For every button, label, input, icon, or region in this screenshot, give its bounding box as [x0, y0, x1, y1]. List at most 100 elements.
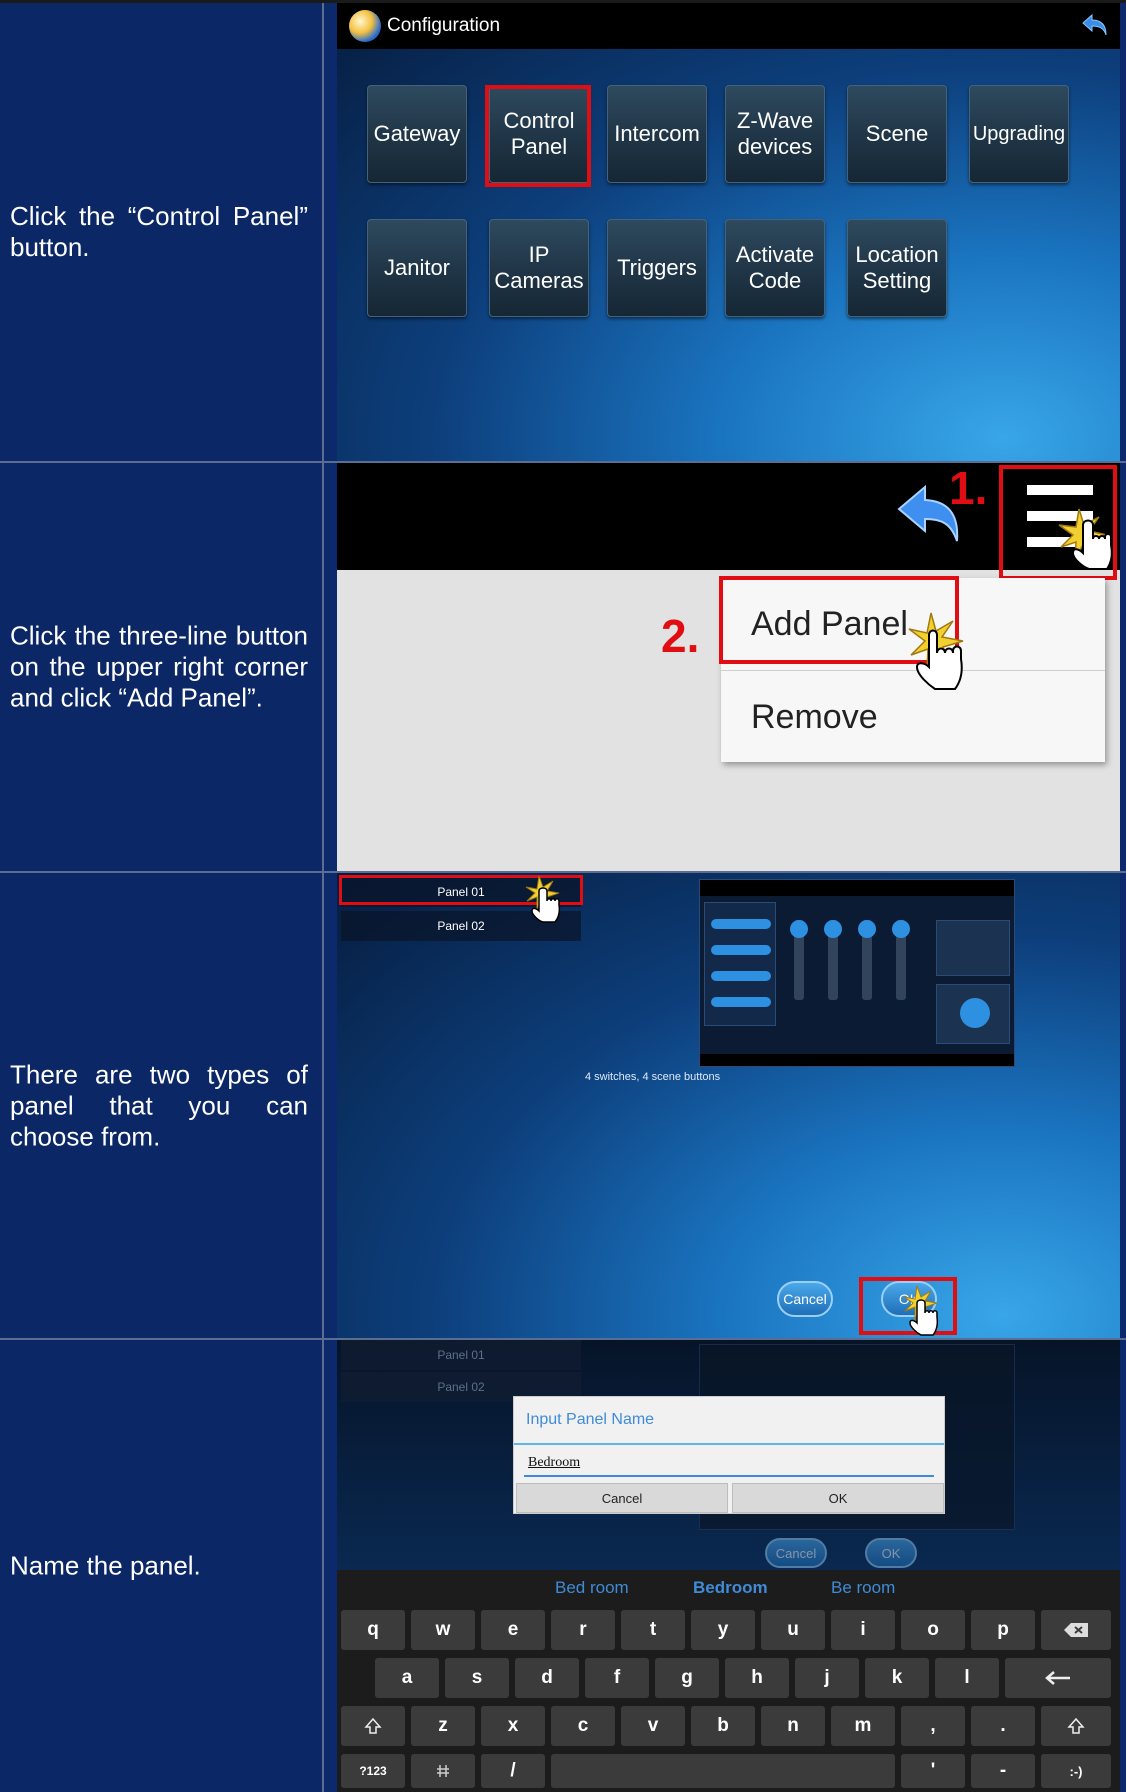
dialog-ok-label: OK: [828, 1490, 848, 1506]
key-label: k: [891, 1667, 903, 1688]
panel-name-input[interactable]: Bedroom: [524, 1451, 934, 1477]
key-label: g: [681, 1667, 693, 1688]
preview-title-bar: [700, 880, 1014, 896]
tile-upgrading[interactable]: Upgrading: [969, 85, 1069, 183]
tile-label: Z-Wave devices: [736, 108, 814, 159]
dialog-cancel-label: Cancel: [601, 1490, 643, 1506]
key-label: r: [579, 1619, 587, 1640]
key-o[interactable]: o: [901, 1610, 965, 1650]
key-label: m: [854, 1715, 872, 1736]
hand-cursor-icon: [525, 875, 561, 923]
tile-intercom[interactable]: Intercom: [607, 85, 707, 183]
key-l[interactable]: l: [935, 1658, 999, 1698]
step-description-cell: Click the “Control Panel” button.: [0, 3, 324, 461]
key-label: f: [613, 1667, 621, 1688]
step-marker-1: 1.: [949, 463, 988, 514]
hand-cursor-icon: [908, 612, 964, 690]
suggestion-3[interactable]: Be room: [831, 1578, 895, 1598]
key-c[interactable]: c: [551, 1706, 615, 1746]
cancel-button[interactable]: Cancel: [777, 1281, 833, 1317]
settings-key[interactable]: [411, 1754, 475, 1788]
key-w[interactable]: w: [411, 1610, 475, 1650]
key-label: u: [787, 1619, 799, 1640]
space-key[interactable]: [551, 1754, 895, 1788]
back-arrow-icon[interactable]: [1080, 11, 1110, 41]
key-label: c: [577, 1715, 589, 1736]
key-label: -: [999, 1760, 1007, 1781]
key-label: d: [541, 1667, 553, 1688]
tile-janitor[interactable]: Janitor: [367, 219, 467, 317]
dialog-ok-button[interactable]: OK: [732, 1483, 944, 1513]
key-label: :-): [1069, 1763, 1083, 1779]
tile-scene[interactable]: Scene: [847, 85, 947, 183]
key-label: e: [507, 1619, 519, 1640]
key-label: v: [647, 1715, 659, 1736]
key-q[interactable]: q: [341, 1610, 405, 1650]
tile-label: Janitor: [383, 255, 451, 280]
menu-screenshot: 1. 2. Add Panel Remove: [337, 463, 1120, 871]
key-label: w: [435, 1619, 451, 1640]
key-m[interactable]: m: [831, 1706, 895, 1746]
key-n[interactable]: n: [761, 1706, 825, 1746]
key-u[interactable]: u: [761, 1610, 825, 1650]
key-label: .: [1000, 1715, 1006, 1736]
tile-triggers[interactable]: Triggers: [607, 219, 707, 317]
shift-key-left[interactable]: [341, 1706, 405, 1746]
symbols-key[interactable]: ?123: [341, 1754, 405, 1788]
key-r[interactable]: r: [551, 1610, 615, 1650]
key-label: ': [930, 1760, 936, 1781]
suggestion-2[interactable]: Bedroom: [693, 1578, 768, 1598]
tile-activate-code[interactable]: Activate Code: [725, 219, 825, 317]
key-g[interactable]: g: [655, 1658, 719, 1698]
key-comma[interactable]: ,: [901, 1706, 965, 1746]
key-j[interactable]: j: [795, 1658, 859, 1698]
key-e[interactable]: e: [481, 1610, 545, 1650]
key-dash[interactable]: -: [971, 1754, 1035, 1788]
key-label: b: [717, 1715, 729, 1736]
key-x[interactable]: x: [481, 1706, 545, 1746]
shift-icon: [364, 1717, 382, 1734]
key-t[interactable]: t: [621, 1610, 685, 1650]
tile-ip-cameras[interactable]: IP Cameras: [489, 219, 589, 317]
enter-key[interactable]: [1005, 1658, 1111, 1698]
key-z[interactable]: z: [411, 1706, 475, 1746]
key-a[interactable]: a: [375, 1658, 439, 1698]
tile-location-setting[interactable]: Location Setting: [847, 219, 947, 317]
enter-icon: [1045, 1671, 1070, 1685]
emoji-key[interactable]: :-): [1041, 1754, 1111, 1788]
key-label: n: [787, 1715, 799, 1736]
key-s[interactable]: s: [445, 1658, 509, 1698]
tile-label: IP Cameras: [494, 242, 584, 293]
key-i[interactable]: i: [831, 1610, 895, 1650]
cancel-label: Cancel: [783, 1291, 827, 1307]
step-row-1: Click the “Control Panel” button. Config…: [0, 3, 1126, 463]
key-y[interactable]: y: [691, 1610, 755, 1650]
key-p[interactable]: p: [971, 1610, 1035, 1650]
tile-gateway[interactable]: Gateway: [367, 85, 467, 183]
config-title-bar: Configuration: [337, 3, 1120, 49]
settings-icon: [437, 1765, 449, 1777]
panel-preview: [699, 879, 1015, 1067]
key-label: o: [927, 1619, 939, 1640]
dialog-cancel-button[interactable]: Cancel: [516, 1483, 728, 1513]
key-b[interactable]: b: [691, 1706, 755, 1746]
step-description: Click the “Control Panel” button.: [10, 201, 308, 262]
preview-caption: 4 switches, 4 scene buttons: [585, 1071, 721, 1083]
key-v[interactable]: v: [621, 1706, 685, 1746]
panel-list-item-01[interactable]: Panel 01: [341, 1340, 581, 1370]
backspace-key[interactable]: [1041, 1610, 1111, 1650]
key-h[interactable]: h: [725, 1658, 789, 1698]
key-label: s: [471, 1667, 483, 1688]
key-k[interactable]: k: [865, 1658, 929, 1698]
step-description-cell: Click the three-line button on the upper…: [0, 463, 324, 871]
step-description: Click the three-line button on the upper…: [10, 620, 308, 713]
soft-keyboard: Bed room Bedroom Be room q w e r t y u i…: [337, 1570, 1120, 1792]
tile-zwave-devices[interactable]: Z-Wave devices: [725, 85, 825, 183]
key-f[interactable]: f: [585, 1658, 649, 1698]
suggestion-1[interactable]: Bed room: [555, 1578, 629, 1598]
key-slash[interactable]: /: [481, 1754, 545, 1788]
key-d[interactable]: d: [515, 1658, 579, 1698]
shift-key-right[interactable]: [1041, 1706, 1111, 1746]
key-apostrophe[interactable]: ': [901, 1754, 965, 1788]
key-period[interactable]: .: [971, 1706, 1035, 1746]
